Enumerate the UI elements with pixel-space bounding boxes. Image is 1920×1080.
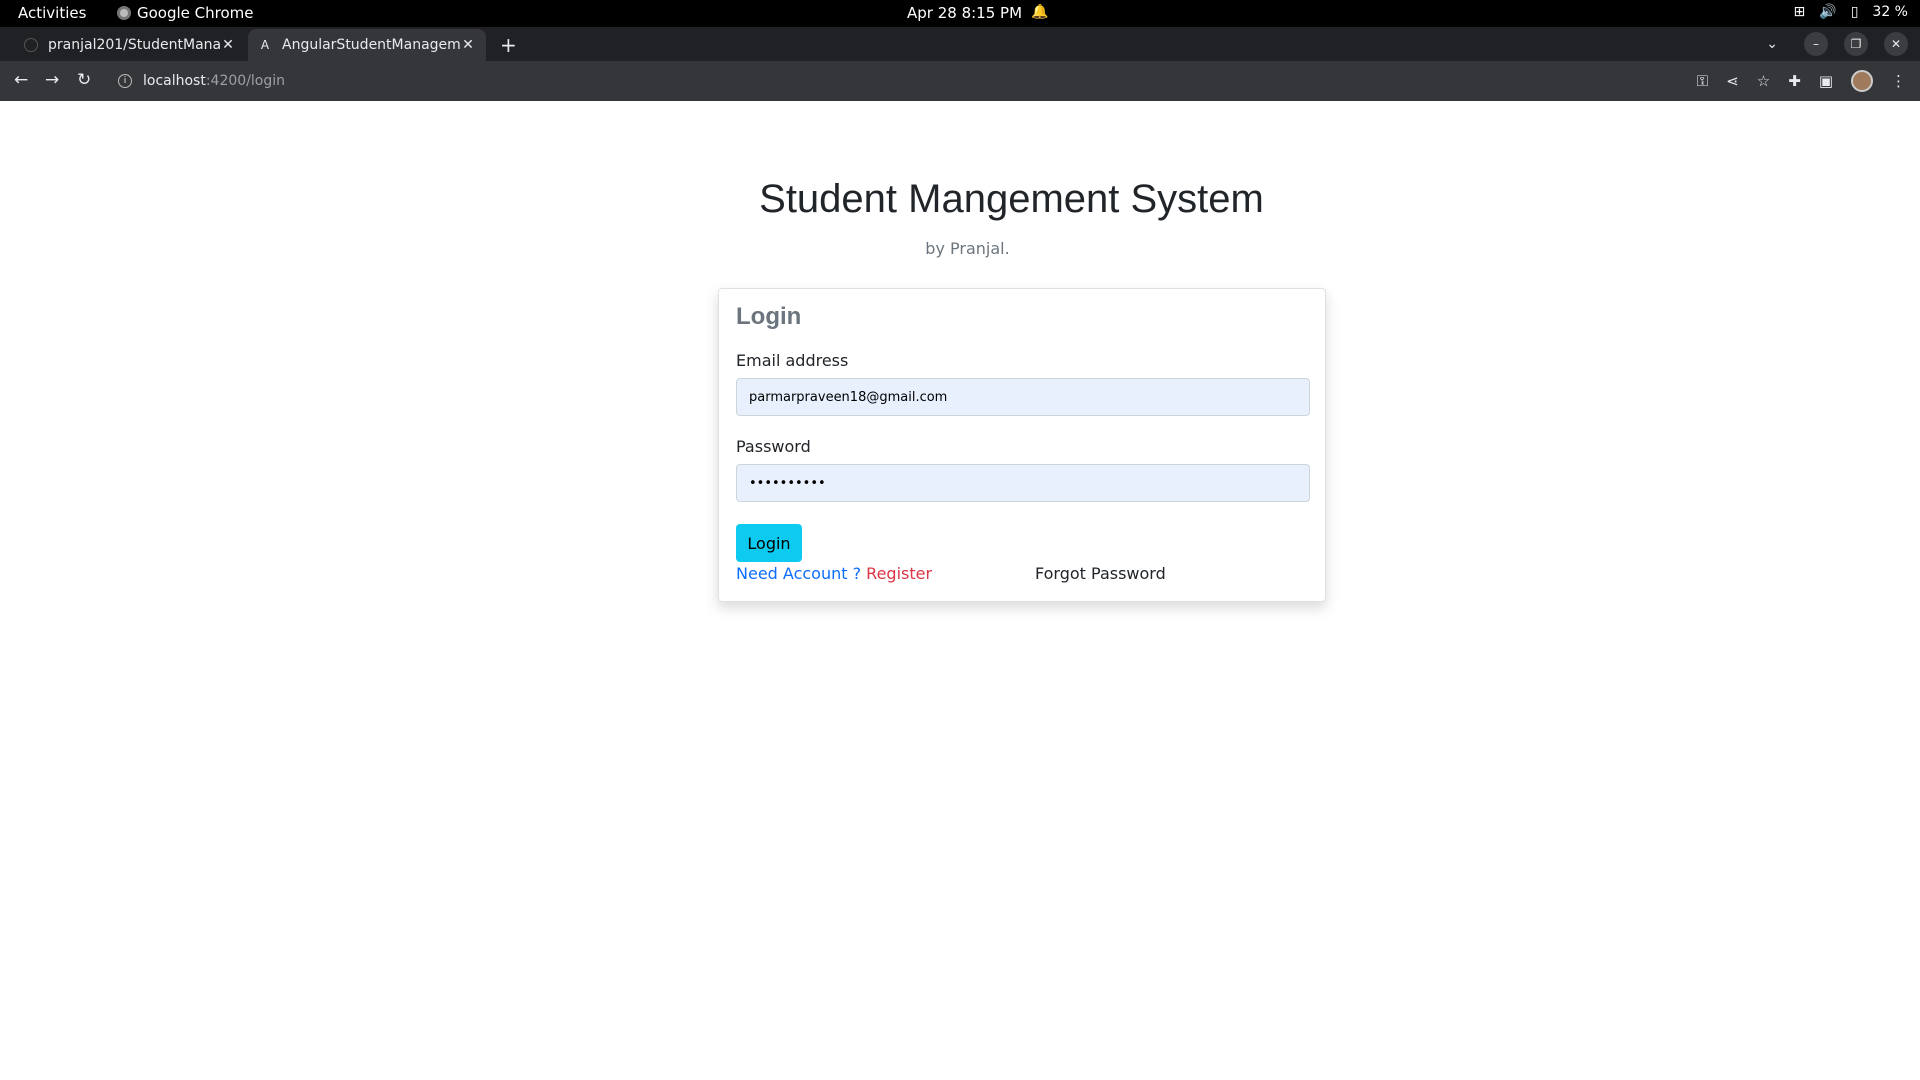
tab-github[interactable]: pranjal201/StudentManag ✕ — [14, 29, 246, 61]
reload-icon[interactable]: ↻ — [77, 70, 91, 90]
chrome-icon — [117, 6, 131, 20]
key-icon[interactable]: ⚿ — [1697, 72, 1708, 90]
login-card-title: Login — [736, 303, 802, 330]
register-link[interactable]: Register — [866, 564, 932, 583]
clock[interactable]: Apr 28 8:15 PM — [907, 4, 1022, 22]
activities-button[interactable]: Activities — [18, 4, 86, 22]
restore-button[interactable]: ❐ — [1844, 32, 1868, 56]
login-button[interactable]: Login — [736, 524, 802, 562]
need-account-link[interactable]: Need Account ? — [736, 564, 861, 583]
notification-bell-icon[interactable]: 🔔 — [1031, 4, 1048, 20]
toolbar-actions: ⚿ ⋖ ☆ ✚ ▣ ⋮ — [1697, 70, 1906, 92]
page-content: Student Mangement System by Pranjal. Log… — [0, 101, 1920, 1080]
site-info-icon[interactable]: i — [118, 74, 132, 88]
password-field[interactable]: •••••••••• — [736, 464, 1310, 502]
minimize-button[interactable]: – — [1804, 32, 1828, 56]
system-tray[interactable]: ⊞ 🔊 ▯ 32 % — [1794, 4, 1908, 20]
menu-icon[interactable]: ⋮ — [1891, 72, 1906, 90]
angular-icon: A — [260, 38, 270, 52]
forward-icon[interactable]: → — [45, 70, 59, 90]
close-tab-icon[interactable]: ✕ — [460, 37, 476, 53]
account-links: Need Account ? Register — [736, 564, 932, 583]
network-icon: ⊞ — [1793, 4, 1806, 20]
tab-strip: pranjal201/StudentManag ✕ A AngularStude… — [0, 27, 1920, 61]
close-window-button[interactable]: ✕ — [1884, 32, 1908, 56]
share-icon[interactable]: ⋖ — [1726, 72, 1739, 90]
app-menu[interactable]: Google Chrome — [117, 4, 254, 22]
app-name: Google Chrome — [137, 4, 254, 22]
star-icon[interactable]: ☆ — [1757, 72, 1770, 90]
tab-search-chevron-icon[interactable]: ⌄ — [1766, 36, 1778, 52]
email-field[interactable]: parmarpraveen18@gmail.com — [736, 378, 1310, 416]
email-label: Email address — [736, 351, 849, 370]
battery-percent: 32 % — [1872, 4, 1908, 20]
volume-icon: 🔊 — [1819, 4, 1837, 20]
login-card: Login Email address parmarpraveen18@gmai… — [718, 288, 1326, 602]
tab-angular-app[interactable]: A AngularStudentManagem ✕ — [248, 29, 486, 61]
back-icon[interactable]: ← — [14, 70, 28, 90]
password-label: Password — [736, 437, 811, 456]
url-path: :4200/login — [205, 73, 286, 89]
url-host: localhost — [143, 73, 206, 89]
forgot-password-link[interactable]: Forgot Password — [1035, 564, 1166, 583]
battery-icon: ▯ — [1850, 4, 1859, 20]
system-top-bar: Activities Google Chrome Apr 28 8:15 PM … — [0, 0, 1920, 27]
side-panel-icon[interactable]: ▣ — [1819, 72, 1833, 90]
github-icon — [24, 38, 38, 52]
page-byline: by Pranjal. — [925, 239, 1010, 258]
window-controls: ⌄ – ❐ ✕ — [1766, 32, 1908, 56]
browser-toolbar: ← → ↻ i localhost:4200/login ⚿ ⋖ ☆ ✚ ▣ ⋮ — [0, 61, 1920, 101]
page-title: Student Mangement System — [759, 177, 1264, 221]
close-tab-icon[interactable]: ✕ — [220, 37, 236, 53]
address-bar[interactable]: i localhost:4200/login — [108, 66, 1678, 96]
extensions-icon[interactable]: ✚ — [1788, 72, 1801, 90]
new-tab-button[interactable]: + — [500, 33, 517, 57]
profile-avatar[interactable] — [1851, 70, 1873, 92]
tab-title: AngularStudentManagem — [282, 37, 460, 53]
tab-title: pranjal201/StudentManag — [48, 37, 220, 53]
